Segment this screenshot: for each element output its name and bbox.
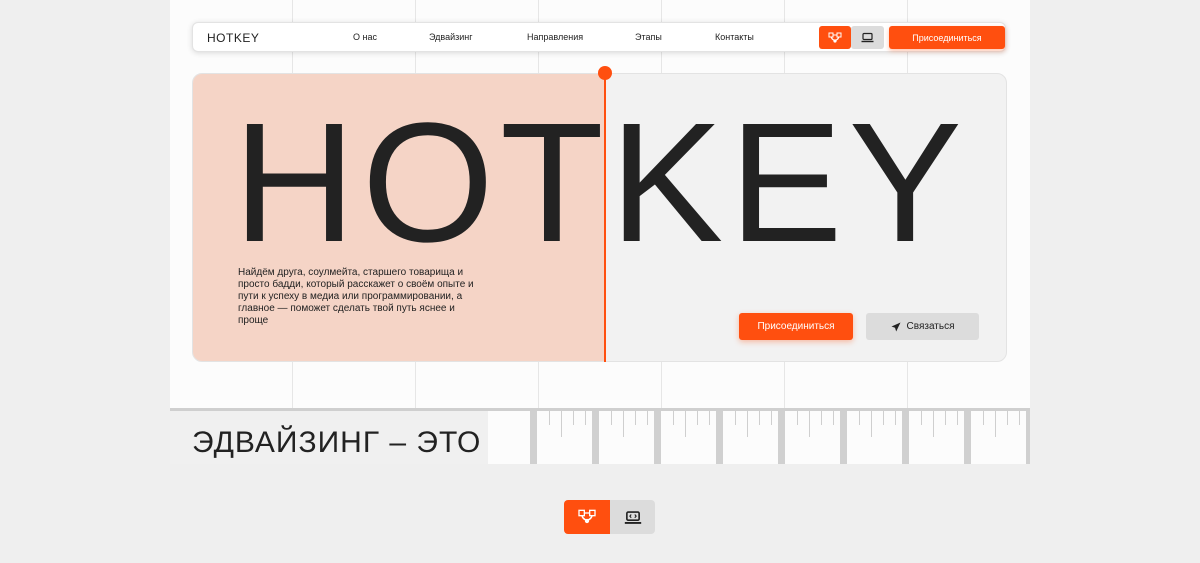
ruler-minor-tick — [921, 411, 922, 425]
ruler-minor-tick — [821, 411, 822, 425]
ruler-minor-tick — [1007, 411, 1008, 425]
ruler-minor-tick — [797, 411, 798, 425]
ruler-minor-tick — [709, 411, 710, 425]
site-preview-frame: HOTKEY О нас Эдвайзинг Направления Этапы… — [170, 0, 1030, 464]
bezier-curve-icon — [578, 509, 596, 524]
ruler-minor-tick — [983, 411, 984, 425]
nav-link-about[interactable]: О нас — [353, 32, 429, 42]
ruler-minor-tick — [859, 411, 860, 425]
ruler-minor-tick — [995, 411, 996, 437]
ruler-minor-tick — [673, 411, 674, 425]
ruler-minor-tick — [895, 411, 896, 425]
hero-contact-label: Связаться — [906, 321, 955, 332]
nav-link-advising[interactable]: Эдвайзинг — [429, 32, 527, 42]
laptop-code-icon — [624, 510, 641, 524]
nav-link-contacts[interactable]: Контакты — [715, 32, 754, 42]
ruler-minor-tick — [871, 411, 872, 437]
nav-link-stages[interactable]: Этапы — [635, 32, 715, 42]
ruler-minor-tick — [933, 411, 934, 437]
ruler-minor-tick — [809, 411, 810, 437]
ruler-minor-tick — [747, 411, 748, 437]
ruler-minor-tick — [759, 411, 760, 425]
ruler-minor-tick — [573, 411, 574, 425]
ruler-minor-tick — [883, 411, 884, 425]
ruler-minor-tick — [561, 411, 562, 437]
ruler-major-tick — [902, 411, 909, 464]
nav-join-button[interactable]: Присоединиться — [889, 26, 1005, 49]
hero-panel: HOTKEY Найдём друга, соулмейта, старшего… — [192, 73, 1007, 362]
ruler-major-tick — [1026, 411, 1030, 464]
ticker-text: ЭДВАЙЗИНГ – ЭТО — [192, 426, 482, 459]
nav-link-directions[interactable]: Направления — [527, 32, 635, 42]
ruler-minor-tick — [771, 411, 772, 425]
ruler-major-tick — [840, 411, 847, 464]
view-mode-switcher — [564, 500, 655, 534]
ruler-minor-tick — [833, 411, 834, 425]
ruler-major-tick — [592, 411, 599, 464]
design-mode-button[interactable] — [819, 26, 851, 49]
compare-divider-line[interactable] — [604, 74, 606, 362]
design-view-button[interactable] — [564, 500, 610, 534]
ticker-strip: ЭДВАЙЗИНГ – ЭТО — [170, 411, 488, 464]
send-icon — [891, 322, 901, 331]
hero-title: HOTKEY — [233, 88, 969, 278]
ruler-minor-tick — [697, 411, 698, 425]
laptop-code-icon — [861, 32, 874, 43]
ruler-minor-tick — [623, 411, 624, 437]
hero-join-button[interactable]: Присоединиться — [739, 313, 853, 340]
ruler-major-tick — [964, 411, 971, 464]
hero-contact-button[interactable]: Связаться — [866, 313, 979, 340]
ruler-minor-tick — [685, 411, 686, 437]
hero-description: Найдём друга, соулмейта, старшего товари… — [238, 267, 474, 326]
ruler-minor-tick — [1019, 411, 1020, 425]
ruler-minor-tick — [735, 411, 736, 425]
ruler-minor-tick — [647, 411, 648, 425]
ruler-minor-tick — [585, 411, 586, 425]
ruler-minor-tick — [549, 411, 550, 425]
bezier-curve-icon — [828, 32, 842, 43]
ruler-minor-tick — [945, 411, 946, 425]
ruler-major-tick — [716, 411, 723, 464]
ruler-minor-tick — [635, 411, 636, 425]
compare-divider-handle[interactable] — [598, 66, 612, 80]
top-navbar: HOTKEY О нас Эдвайзинг Направления Этапы… — [192, 22, 1006, 52]
ruler-major-tick — [530, 411, 537, 464]
code-mode-button[interactable] — [851, 26, 884, 49]
ruler-minor-tick — [957, 411, 958, 425]
code-view-button[interactable] — [610, 500, 655, 534]
logo[interactable]: HOTKEY — [207, 31, 259, 45]
ruler-major-tick — [778, 411, 785, 464]
ruler-scale — [488, 411, 1030, 464]
nav-links: О нас Эдвайзинг Направления Этапы Контак… — [353, 32, 754, 42]
ruler-minor-tick — [611, 411, 612, 425]
ruler-major-tick — [654, 411, 661, 464]
